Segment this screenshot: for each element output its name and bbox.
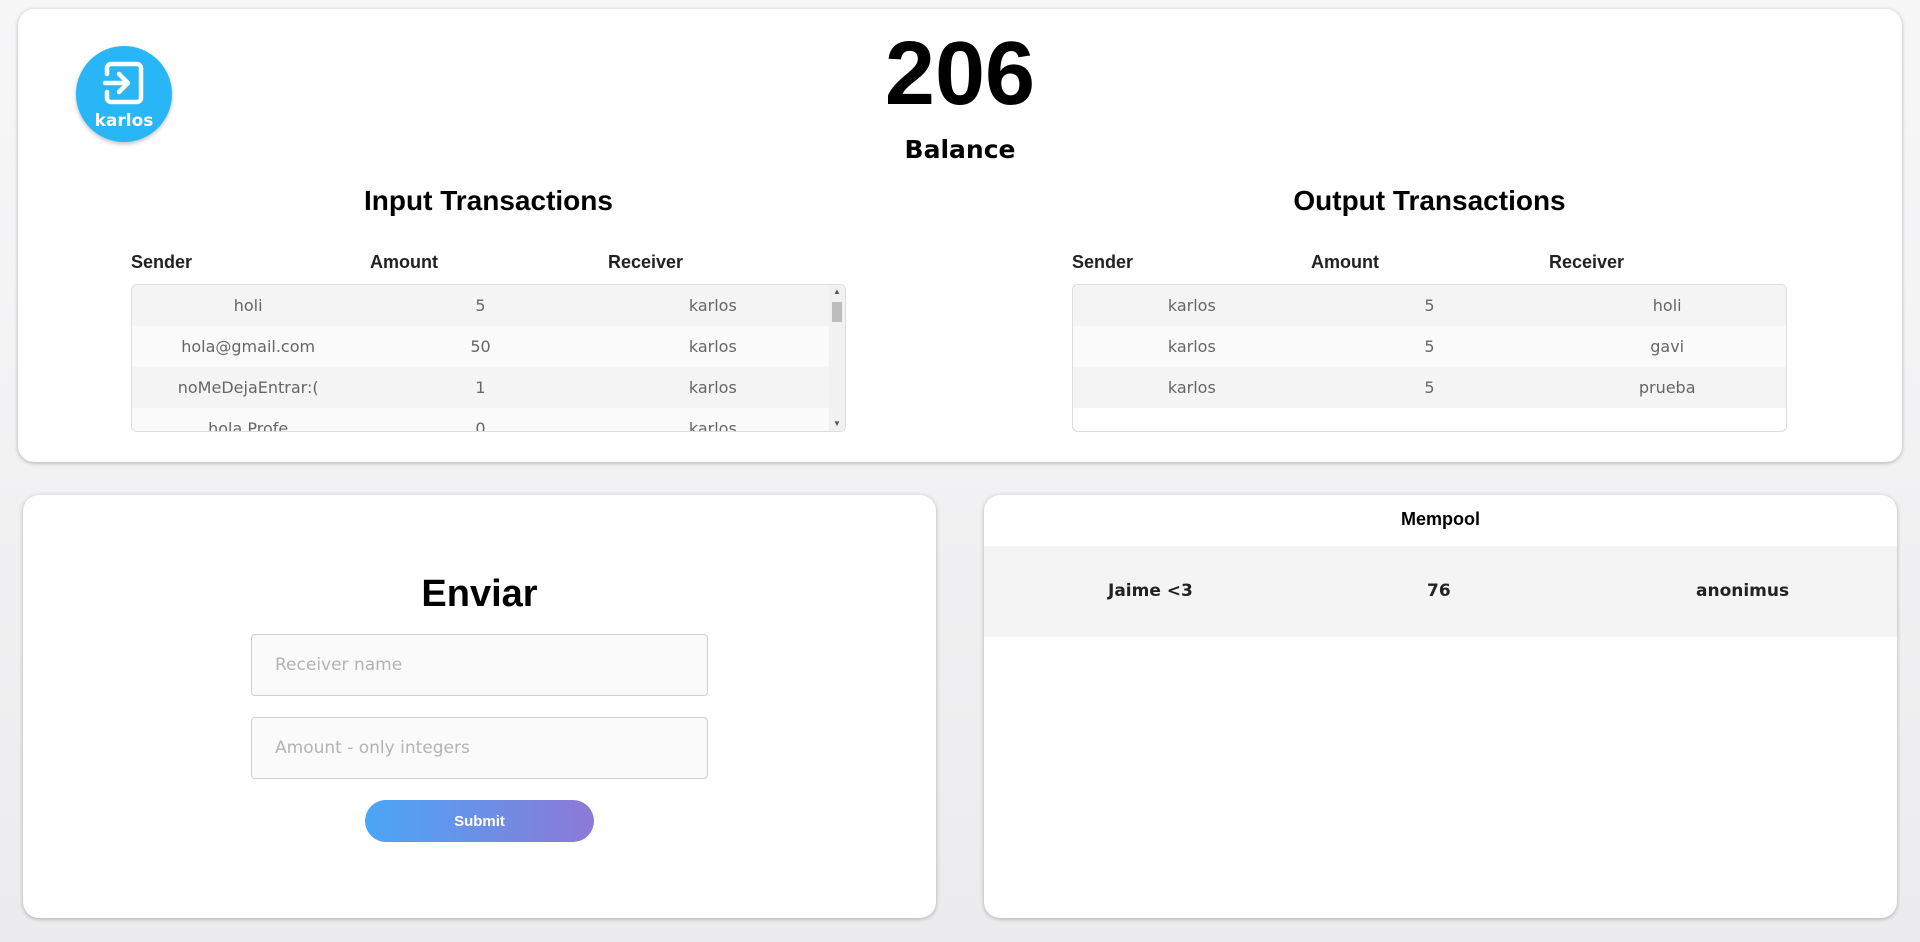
cell-receiver: gavi <box>1650 337 1685 356</box>
mempool-cell-amount: 76 <box>1427 581 1451 601</box>
column-header-sender: Sender <box>1072 252 1134 272</box>
cell-receiver: karlos <box>688 419 737 432</box>
cell-sender: hola Profe <box>208 419 289 432</box>
scroll-down-arrow-icon[interactable]: ▼ <box>829 417 845 431</box>
cell-receiver: holi <box>1652 296 1682 315</box>
column-header-sender: Sender <box>131 252 193 272</box>
table-row: karlos 5 prueba <box>1073 367 1786 408</box>
cell-receiver: karlos <box>688 378 737 397</box>
cell-sender: holi <box>233 296 263 315</box>
cell-sender: karlos <box>1167 337 1216 356</box>
scroll-up-arrow-icon[interactable]: ▲ <box>829 285 845 299</box>
column-header-receiver: Receiver <box>608 252 684 272</box>
amount-input[interactable] <box>251 717 708 779</box>
cell-amount: 1 <box>475 378 486 397</box>
cell-sender: karlos <box>1167 296 1216 315</box>
send-title: Enviar <box>421 573 538 615</box>
mempool-row: Jaime <3 76 anonimus <box>984 546 1897 637</box>
mempool-card: Mempool Jaime <3 76 anonimus <box>984 495 1897 918</box>
cell-amount: 5 <box>1424 337 1435 356</box>
table-row: karlos 5 gavi <box>1073 326 1786 367</box>
cell-amount: 5 <box>475 296 486 315</box>
mempool-cell-sender: Jaime <3 <box>1108 581 1193 601</box>
cell-amount: 5 <box>1424 296 1435 315</box>
cell-receiver: prueba <box>1638 378 1696 397</box>
submit-button[interactable]: Submit <box>365 800 594 842</box>
cell-receiver: karlos <box>688 296 737 315</box>
input-transactions-title: Input Transactions <box>364 185 613 216</box>
column-header-amount: Amount <box>370 252 438 272</box>
cell-receiver: karlos <box>688 337 737 356</box>
table-row: noMeDejaEntrar:( 1 karlos <box>132 367 829 408</box>
receiver-name-input[interactable] <box>251 634 708 696</box>
balance-value: 206 <box>884 24 1036 124</box>
input-transactions-header: Sender Amount Receiver <box>131 252 846 276</box>
balance-card: karlos 206 Balance Input Transactions Se… <box>18 9 1902 462</box>
balance-label: Balance <box>904 135 1016 164</box>
cell-sender: hola@gmail.com <box>181 337 316 356</box>
input-transactions-scrollbar[interactable]: ▲ ▼ <box>829 285 845 431</box>
input-transactions-list[interactable]: holi 5 karlos hola@gmail.com 50 karlos n… <box>131 284 846 432</box>
cell-sender: karlos <box>1167 378 1216 397</box>
mempool-cell-receiver: anonimus <box>1696 581 1790 601</box>
cell-sender: noMeDejaEntrar:( <box>177 378 319 397</box>
cell-amount: 50 <box>470 337 491 356</box>
output-transactions-list: karlos 5 holi karlos 5 gavi karlos 5 pru… <box>1072 284 1787 432</box>
table-row: holi 5 karlos <box>132 285 829 326</box>
output-transactions-title: Output Transactions <box>1293 185 1566 216</box>
table-row: hola Profe 0 karlos <box>132 408 829 432</box>
column-header-amount: Amount <box>1311 252 1379 272</box>
output-transactions-header: Sender Amount Receiver <box>1072 252 1787 276</box>
send-card: Enviar Submit <box>23 495 936 918</box>
mempool-title: Mempool <box>1401 509 1480 529</box>
cell-amount: 5 <box>1424 378 1435 397</box>
cell-amount: 0 <box>475 419 486 432</box>
scrollbar-thumb[interactable] <box>832 302 842 322</box>
column-header-receiver: Receiver <box>1549 252 1625 272</box>
table-row: karlos 5 holi <box>1073 285 1786 326</box>
table-row: hola@gmail.com 50 karlos <box>132 326 829 367</box>
